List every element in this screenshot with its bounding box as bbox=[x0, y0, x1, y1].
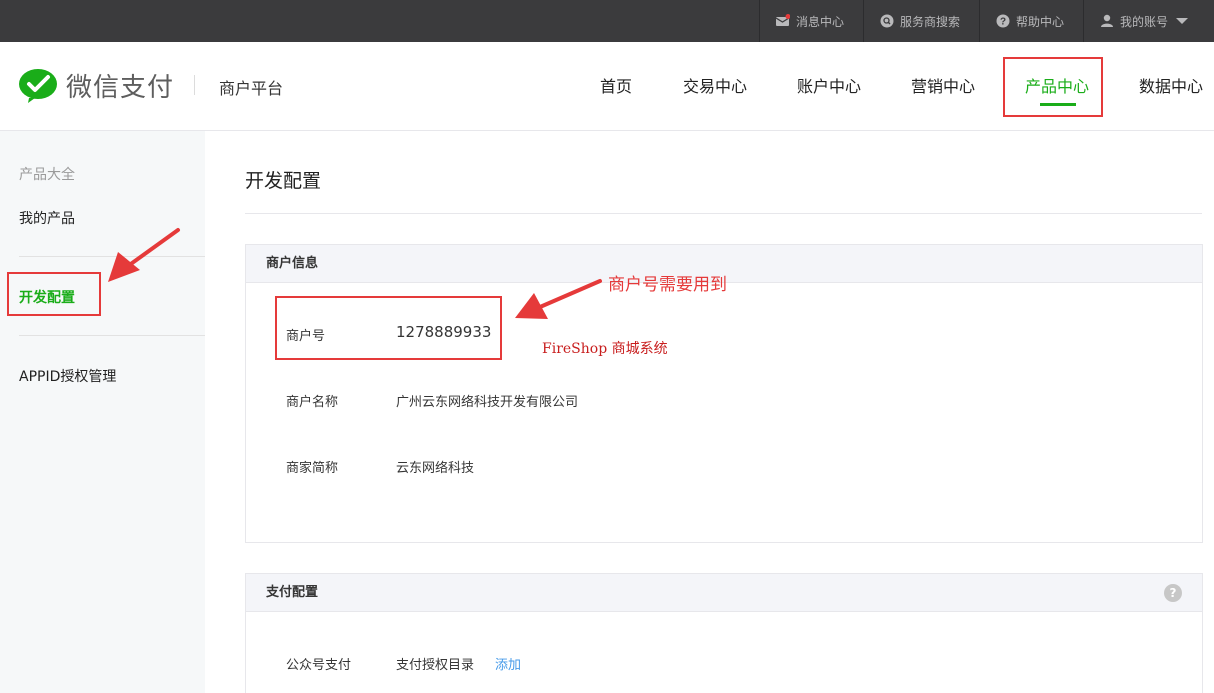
sidebar-divider bbox=[19, 335, 205, 336]
logo-divider bbox=[194, 75, 195, 95]
sidebar-item-my-products[interactable]: 我的产品 bbox=[19, 208, 75, 228]
merchant-short-name-label: 商家简称 bbox=[286, 461, 339, 476]
wechat-pay-logo[interactable]: 微信支付 bbox=[18, 67, 174, 104]
svg-text:?: ? bbox=[1000, 17, 1006, 28]
envelope-icon bbox=[775, 14, 791, 28]
help-link[interactable]: ? 帮助中心 bbox=[979, 0, 1083, 42]
chevron-down-icon bbox=[1176, 18, 1189, 24]
sidebar: 产品大全 我的产品 开发配置 APPID授权管理 bbox=[0, 131, 205, 693]
annotation-box-merchant-id bbox=[275, 296, 502, 360]
merchant-short-name-value: 云东网络科技 bbox=[396, 461, 475, 476]
nav-transactions[interactable]: 交易中心 bbox=[683, 73, 747, 97]
messages-label: 消息中心 bbox=[796, 14, 845, 29]
add-auth-dir-link[interactable]: 添加 bbox=[495, 654, 521, 673]
merchant-name-value: 广州云东网络科技开发有限公司 bbox=[396, 395, 579, 410]
merchant-name-label: 商户名称 bbox=[286, 395, 339, 410]
search-icon bbox=[880, 14, 894, 28]
nav-marketing[interactable]: 营销中心 bbox=[911, 73, 975, 97]
payment-config-panel: 支付配置 bbox=[245, 573, 1203, 693]
messages-link[interactable]: 消息中心 bbox=[759, 0, 863, 42]
annotation-merchant-id-note: 商户号需要用到 bbox=[608, 275, 727, 295]
nav-home[interactable]: 首页 bbox=[600, 73, 632, 97]
payment-config-heading: 支付配置 bbox=[246, 574, 1202, 612]
user-icon bbox=[1100, 14, 1114, 28]
help-icon[interactable]: ? bbox=[1164, 584, 1182, 602]
sidebar-title: 产品大全 bbox=[19, 167, 75, 183]
annotation-box-products-nav bbox=[1003, 57, 1103, 117]
provider-search-label: 服务商搜索 bbox=[900, 14, 961, 29]
nav-data[interactable]: 数据中心 bbox=[1139, 73, 1203, 97]
help-icon: ? bbox=[996, 14, 1010, 28]
page-title: 开发配置 bbox=[245, 170, 322, 192]
annotation-box-dev-config bbox=[7, 272, 101, 316]
help-label: 帮助中心 bbox=[1016, 14, 1065, 29]
pay-auth-dir-label: 支付授权目录 bbox=[396, 658, 475, 673]
annotation-system-note: FireShop 商城系统 bbox=[542, 341, 668, 357]
logo-text: 微信支付 bbox=[66, 73, 175, 103]
platform-name: 商户平台 bbox=[219, 79, 284, 98]
nav-account-center[interactable]: 账户中心 bbox=[797, 73, 861, 97]
jsapi-pay-label: 公众号支付 bbox=[286, 658, 352, 673]
sidebar-item-appid-auth[interactable]: APPID授权管理 bbox=[19, 366, 116, 386]
title-divider bbox=[245, 213, 1202, 214]
sidebar-divider bbox=[19, 256, 205, 257]
provider-search-link[interactable]: 服务商搜索 bbox=[863, 0, 979, 42]
wechat-pay-logo-icon bbox=[18, 68, 58, 104]
account-menu[interactable]: 我的账号 bbox=[1083, 0, 1214, 42]
top-bar: 消息中心 服务商搜索 ? 帮助中心 我的账号 bbox=[0, 0, 1214, 42]
account-label: 我的账号 bbox=[1120, 14, 1169, 29]
